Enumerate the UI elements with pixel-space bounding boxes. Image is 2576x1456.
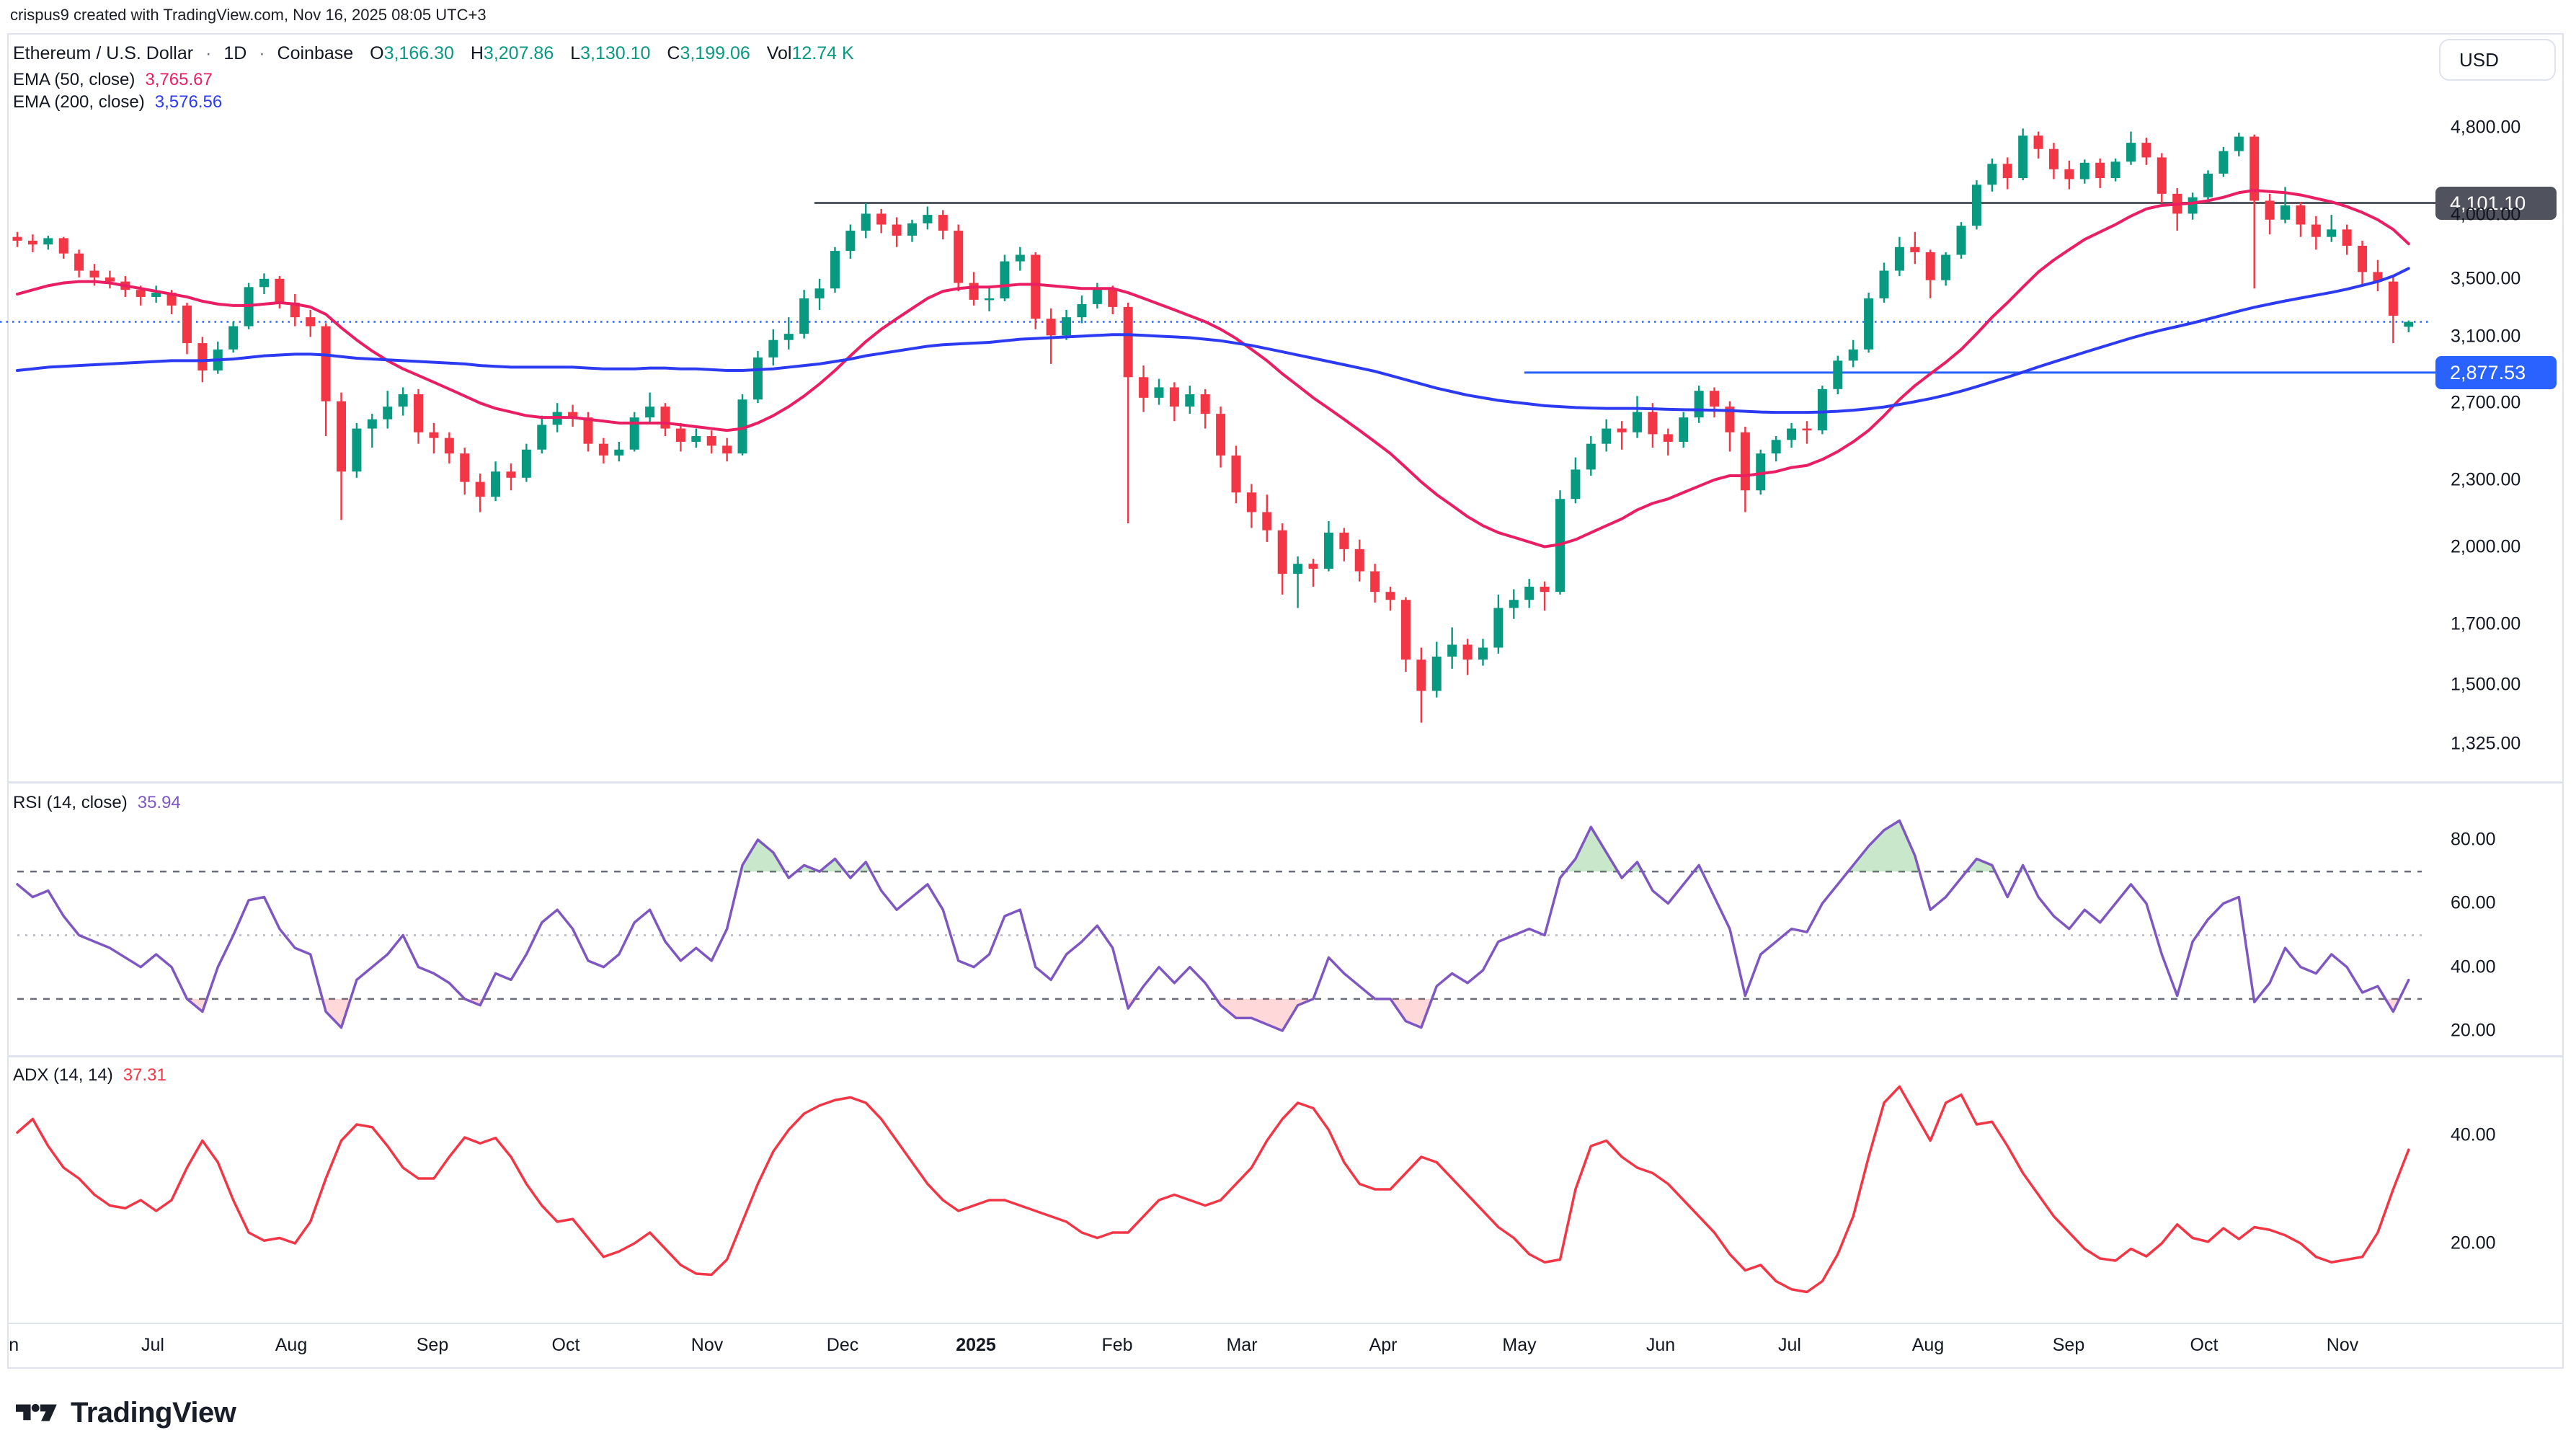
price-axis-label: 3,100.00: [2451, 327, 2521, 347]
time-axis-label: May: [1502, 1335, 1536, 1356]
high-label: H: [471, 43, 484, 63]
tradingview-logo[interactable]: TradingView: [16, 1394, 236, 1431]
time-axis-label: Aug: [275, 1335, 307, 1356]
volume-label: Vol: [767, 43, 792, 63]
close-label: C: [667, 43, 680, 63]
rsi-value: 35.94: [138, 793, 181, 812]
time-axis-label: Jul: [141, 1335, 164, 1356]
time-axis[interactable]: Jun Jul Aug Sep Oct Nov Dec 2025 Feb Mar Apr May Jun…: [9, 1325, 2465, 1368]
close-value: 3,199.06: [680, 43, 750, 63]
time-axis-label: Sep: [417, 1335, 448, 1356]
legend-separator: ·: [205, 43, 211, 63]
support-price-tag: 2,877.53: [2435, 356, 2557, 389]
rsi-label: RSI (14, close): [13, 793, 128, 812]
ema200-label: EMA (200, close): [13, 92, 145, 112]
price-axis-label: 2,000.00: [2451, 536, 2521, 557]
open-label: O: [370, 43, 383, 63]
price-axis-label: 4,000.00: [2451, 205, 2521, 226]
interval-label[interactable]: 1D: [223, 43, 247, 63]
rsi-overbought-fill: [1565, 827, 1618, 871]
time-axis-label: 2025: [956, 1335, 996, 1356]
symbol-legend: Ethereum / U.S. Dollar · 1D · Coinbase O…: [13, 43, 854, 64]
adx-label: ADX (14, 14): [13, 1065, 113, 1085]
time-axis-label: Sep: [2053, 1335, 2084, 1356]
adx-axis-label: 40.00: [2451, 1125, 2496, 1146]
ema50-label: EMA (50, close): [13, 70, 135, 89]
ema200-value: 3,576.56: [155, 92, 222, 112]
tradingview-logo-text: TradingView: [71, 1397, 236, 1429]
chart-canvas[interactable]: [0, 0, 2576, 1456]
time-axis-label: Oct: [552, 1335, 580, 1356]
rsi-axis-label: 80.00: [2451, 830, 2496, 851]
rsi-overbought-fill: [1848, 820, 1919, 871]
low-value: 3,130.10: [580, 43, 650, 63]
price-axis-label: 2,700.00: [2451, 393, 2521, 414]
time-axis-label: Feb: [1101, 1335, 1132, 1356]
exchange-label[interactable]: Coinbase: [277, 43, 354, 63]
time-axis-label: Jul: [1778, 1335, 1801, 1356]
rsi-axis-label: 40.00: [2451, 956, 2496, 977]
candlestick-series: [13, 128, 2414, 722]
price-axis-label: 4,800.00: [2451, 117, 2521, 138]
time-axis-label: Nov: [691, 1335, 723, 1356]
rsi-axis-label: 60.00: [2451, 893, 2496, 914]
adx-axis-label: 20.00: [2451, 1233, 2496, 1254]
volume-value: 12.74 K: [792, 43, 854, 63]
high-value: 3,207.86: [484, 43, 554, 63]
adx-line: [17, 1087, 2409, 1292]
adx-value: 37.31: [123, 1065, 166, 1085]
low-label: L: [570, 43, 580, 63]
rsi-axis[interactable]: [2465, 784, 2563, 1055]
time-axis-label: Jun: [9, 1335, 19, 1356]
price-axis-label: 1,325.00: [2451, 734, 2521, 755]
legend-separator: ·: [259, 43, 265, 63]
time-axis-label: Apr: [1369, 1335, 1398, 1356]
time-axis-label: Jun: [1646, 1335, 1675, 1356]
ema50-value: 3,765.67: [145, 70, 212, 89]
adx-legend[interactable]: ADX (14, 14) 37.31: [13, 1065, 166, 1086]
time-axis-label: Dec: [827, 1335, 858, 1356]
ema50-legend[interactable]: EMA (50, close) 3,765.67: [13, 70, 213, 90]
time-axis-label: Mar: [1226, 1335, 1257, 1356]
price-axis-label: 2,300.00: [2451, 469, 2521, 490]
ema200-line: [17, 268, 2409, 412]
time-axis-label: Oct: [2190, 1335, 2219, 1356]
price-axis-label: 3,500.00: [2451, 268, 2521, 289]
ema50-line: [17, 190, 2409, 546]
symbol-name[interactable]: Ethereum / U.S. Dollar: [13, 43, 193, 63]
rsi-legend[interactable]: RSI (14, close) 35.94: [13, 793, 181, 813]
time-axis-label: Aug: [1912, 1335, 1944, 1356]
time-axis-label: Nov: [2327, 1335, 2358, 1356]
ema200-legend[interactable]: EMA (200, close) 3,576.56: [13, 92, 222, 112]
price-axis-label: 1,700.00: [2451, 614, 2521, 635]
price-axis-label: 1,500.00: [2451, 674, 2521, 695]
tradingview-logo-icon: [16, 1394, 58, 1431]
adx-axis[interactable]: [2465, 1057, 2563, 1323]
open-value: 3,166.30: [384, 43, 454, 63]
rsi-axis-label: 20.00: [2451, 1021, 2496, 1042]
